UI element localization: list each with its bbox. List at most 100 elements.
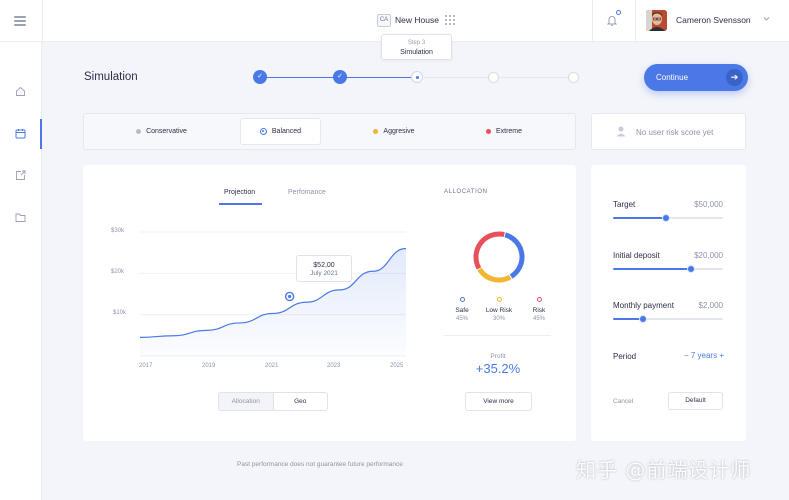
risk-option-balanced[interactable]: Balanced: [240, 118, 321, 145]
project-name[interactable]: New House: [395, 14, 439, 27]
minus-button[interactable]: −: [684, 351, 689, 360]
chart-view-toggle: Allocation Geo: [218, 392, 328, 411]
page-title: Simulation: [84, 71, 138, 83]
x-tick-label: 2017: [139, 363, 153, 369]
divider: [592, 0, 593, 42]
legend-risk: Risk 45%: [514, 297, 564, 324]
monthly-slider[interactable]: [613, 315, 723, 323]
slider-fill: [613, 268, 692, 270]
donut-slice-low-risk: [477, 267, 512, 283]
profit-label: Profit: [490, 353, 506, 360]
divider: [42, 0, 43, 42]
legend-percent: 45%: [532, 316, 545, 322]
left-nav: [0, 42, 42, 500]
slider-fill: [613, 217, 666, 219]
legend-dot: [496, 297, 502, 302]
plus-button[interactable]: +: [719, 351, 724, 360]
target-label: Target: [613, 200, 636, 209]
risk-dot: [136, 129, 142, 134]
tooltip-step-name: Simulation: [400, 49, 433, 56]
period-value: 7 years: [690, 351, 718, 360]
chart-tooltip-date: July 2021: [310, 270, 338, 277]
step-1-done[interactable]: ✓: [253, 70, 267, 84]
continue-button[interactable]: Continue ➔: [644, 64, 748, 91]
project-badge: CA: [377, 14, 391, 27]
x-tick-label: 2023: [327, 363, 341, 369]
deposit-label: Initial deposit: [613, 251, 660, 260]
highlight-point-center: [288, 294, 292, 299]
watermark: 知乎 @前端设计师: [576, 458, 752, 482]
monthly-value: $2,000: [698, 301, 723, 310]
step-3-current[interactable]: [411, 71, 423, 83]
divider: [444, 335, 551, 336]
legend-dot: [459, 297, 465, 302]
step-5[interactable]: [568, 72, 579, 83]
risk-selector: Conservative Balanced Aggresive Extreme: [83, 113, 576, 150]
home-icon[interactable]: [15, 86, 26, 97]
cancel-link[interactable]: Cancel: [613, 398, 633, 405]
risk-option-extreme[interactable]: Extreme: [454, 114, 554, 149]
step-2-done[interactable]: ✓: [333, 70, 347, 84]
legend-dot: [536, 297, 542, 302]
risk-option-label: Balanced: [271, 128, 302, 135]
chevron-down-icon[interactable]: [763, 16, 770, 22]
donut-slice-safe: [504, 232, 525, 279]
calendar-icon[interactable]: [15, 128, 26, 139]
donut-slice-risk: [473, 231, 505, 270]
avatar[interactable]: [646, 10, 667, 31]
chart-tooltip: $52,00 July 2021: [296, 255, 352, 282]
folder-icon[interactable]: [15, 212, 26, 223]
notification-dot: [616, 10, 621, 15]
projection-card: Projection Perfomance $30k $20k $10k 201…: [83, 165, 576, 441]
risk-dot: [373, 129, 379, 134]
projection-area: [140, 248, 406, 356]
slider-handle[interactable]: [638, 315, 647, 323]
chart-tooltip-value: $52,00: [313, 262, 335, 269]
disclaimer: Past performance does not guarantee futu…: [237, 461, 403, 468]
risk-option-aggressive[interactable]: Aggresive: [334, 114, 454, 149]
stepper-remaining-line: [424, 77, 574, 78]
risk-option-conservative[interactable]: Conservative: [94, 114, 229, 149]
arrow-right-icon: ➔: [726, 69, 743, 86]
risk-dot: [485, 129, 491, 134]
profit-value: +35.2%: [475, 361, 521, 376]
tooltip-step: Step 3: [407, 40, 426, 46]
x-tick-label: 2019: [202, 363, 216, 369]
x-tick-label: 2025: [390, 363, 404, 369]
step-4[interactable]: [488, 72, 499, 83]
target-slider[interactable]: [613, 214, 723, 222]
allocation-donut: [473, 231, 525, 283]
monthly-label: Monthly payment: [613, 301, 674, 310]
step-tooltip: Step 3 Simulation: [381, 34, 452, 60]
menu-icon[interactable]: [14, 16, 26, 26]
bell-icon[interactable]: [606, 14, 618, 27]
continue-label: Continue: [656, 73, 689, 82]
period-stepper: − 7 years +: [684, 351, 724, 360]
nav-active-indicator: [40, 119, 42, 149]
period-label: Period: [613, 352, 637, 361]
risk-score-panel: No user risk score yet: [591, 113, 746, 150]
slider-handle[interactable]: [687, 265, 696, 273]
view-more-button[interactable]: View more: [465, 392, 532, 411]
divider: [635, 0, 636, 42]
deposit-value: $20,000: [694, 251, 723, 260]
settings-card: Target $50,000 Initial deposit $20,000 M…: [591, 165, 746, 441]
allocation-title: ALLOCATION: [444, 189, 488, 195]
risk-option-label: Aggresive: [383, 128, 415, 135]
risk-score-text: No user risk score yet: [636, 128, 714, 137]
toggle-allocation[interactable]: Allocation: [219, 393, 274, 410]
x-tick-label: 2021: [265, 363, 279, 369]
default-button[interactable]: Default: [668, 392, 723, 410]
user-icon: [616, 126, 626, 137]
slider-handle[interactable]: [661, 214, 670, 222]
share-icon[interactable]: [15, 170, 26, 181]
user-name[interactable]: Cameron Svensson: [676, 15, 751, 25]
radio-selected-icon: [259, 128, 267, 135]
risk-option-label: Conservative: [146, 128, 187, 135]
target-value: $50,000: [694, 200, 723, 209]
legend-name: Risk: [532, 307, 546, 314]
risk-option-label: Extreme: [495, 128, 523, 135]
apps-grid-icon[interactable]: [445, 15, 455, 25]
deposit-slider[interactable]: [613, 265, 723, 273]
toggle-geo[interactable]: Geo: [274, 393, 328, 410]
